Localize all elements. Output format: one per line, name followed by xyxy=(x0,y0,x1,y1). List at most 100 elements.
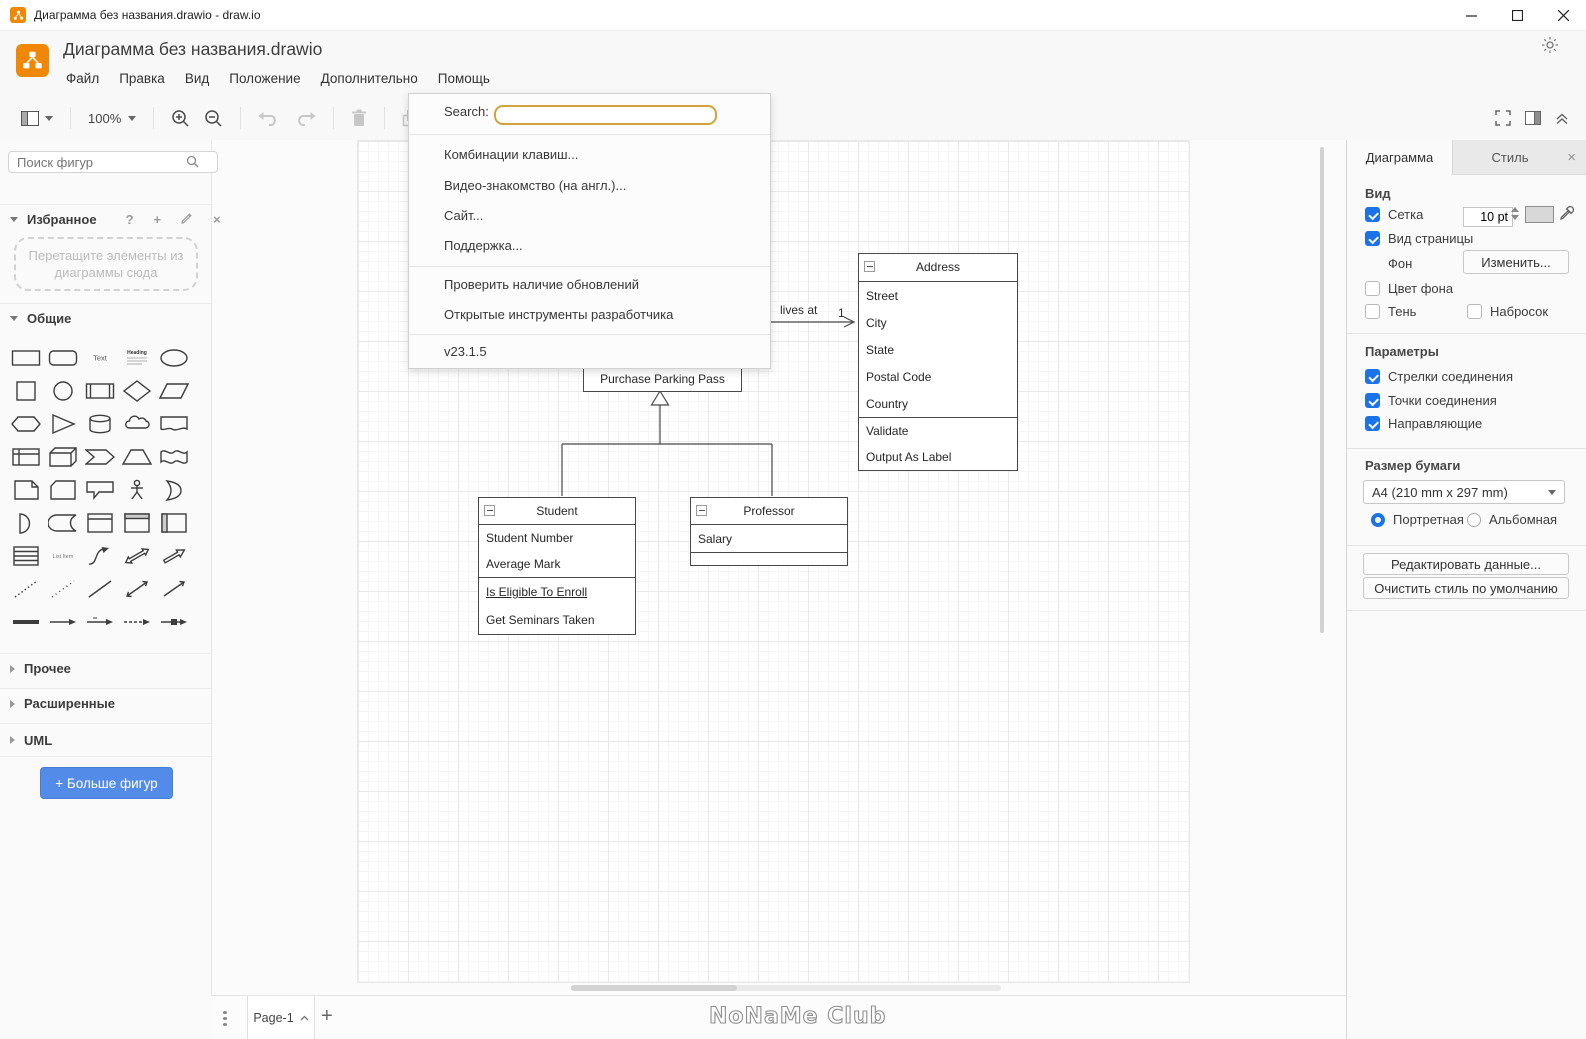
shape-vertical-container[interactable] xyxy=(118,506,155,539)
shape-cylinder[interactable] xyxy=(81,407,118,440)
maximize-button[interactable] xyxy=(1494,0,1540,30)
close-button[interactable] xyxy=(1540,0,1586,30)
shape-card[interactable] xyxy=(44,473,81,506)
menu-view[interactable]: Вид xyxy=(185,71,209,86)
connection-points-row[interactable]: Точки соединения xyxy=(1365,393,1497,408)
shape-document[interactable] xyxy=(155,407,192,440)
shape-diamond[interactable] xyxy=(118,374,155,407)
guides-checkbox[interactable] xyxy=(1365,416,1380,431)
sketch-checkbox[interactable] xyxy=(1467,304,1482,319)
shape-process[interactable] xyxy=(81,374,118,407)
collapse-icon[interactable] xyxy=(484,505,495,516)
shape-rounded-rectangle[interactable] xyxy=(44,341,81,374)
format-panel-toggle-icon[interactable] xyxy=(1518,103,1548,133)
sketch-checkbox-row[interactable]: Набросок xyxy=(1467,304,1548,319)
class-attribute[interactable]: Postal Code xyxy=(859,363,1017,390)
menu-item-quick-start-video[interactable]: Видео-знакомство (на англ.)... xyxy=(444,171,744,201)
shape-container[interactable] xyxy=(81,506,118,539)
menu-item-check-updates[interactable]: Проверить наличие обновлений xyxy=(444,270,744,300)
pages-menu-icon[interactable] xyxy=(223,1008,227,1029)
redo-button[interactable] xyxy=(287,103,323,133)
landscape-radio-row[interactable]: Альбомная xyxy=(1467,512,1557,527)
shape-cube[interactable] xyxy=(44,440,81,473)
tab-diagram[interactable]: Диаграмма xyxy=(1347,140,1453,175)
shape-note[interactable] xyxy=(7,473,44,506)
class-attribute[interactable]: Average Mark xyxy=(479,551,635,577)
shape-trapezoid[interactable] xyxy=(118,440,155,473)
shape-circle[interactable] xyxy=(44,374,81,407)
shape-dotted-line[interactable] xyxy=(44,572,81,605)
page-tab[interactable]: Page-1 xyxy=(247,996,315,1039)
add-page-button[interactable]: + xyxy=(321,1005,333,1028)
zoom-level-dropdown[interactable]: 100% xyxy=(81,103,143,133)
class-attribute[interactable]: Street xyxy=(859,282,1017,309)
shape-and[interactable] xyxy=(7,506,44,539)
section-advanced[interactable]: Расширенные xyxy=(0,688,211,718)
shape-tape[interactable] xyxy=(155,440,192,473)
shape-ellipse[interactable] xyxy=(155,341,192,374)
menu-edit[interactable]: Правка xyxy=(119,71,165,86)
guides-row[interactable]: Направляющие xyxy=(1365,416,1482,431)
help-icon[interactable]: ? xyxy=(126,212,134,227)
shape-line[interactable] xyxy=(81,572,118,605)
connection-arrows-row[interactable]: Стрелки соединения xyxy=(1365,369,1513,384)
shape-actor[interactable] xyxy=(118,473,155,506)
portrait-radio[interactable] xyxy=(1371,512,1385,527)
shape-internal-storage[interactable] xyxy=(7,440,44,473)
shape-list-item[interactable]: List Item xyxy=(44,539,81,572)
connection-arrows-checkbox[interactable] xyxy=(1365,369,1380,384)
menu-item-devtools[interactable]: Открытые инструменты разработчика xyxy=(444,300,744,330)
shadow-checkbox-row[interactable]: Тень xyxy=(1365,304,1416,319)
page-view-checkbox-row[interactable]: Вид страницы xyxy=(1365,231,1473,246)
shape-curve[interactable] xyxy=(81,539,118,572)
view-panels-button[interactable] xyxy=(14,103,60,133)
favorites-dropzone[interactable]: Перетащите элементы из диаграммы сюда xyxy=(14,237,198,291)
add-icon[interactable]: + xyxy=(154,212,162,227)
section-general[interactable]: Общие xyxy=(0,303,211,333)
shape-step[interactable] xyxy=(81,440,118,473)
shape-directional-edge[interactable] xyxy=(44,605,81,638)
shape-bidirectional-connector[interactable] xyxy=(118,572,155,605)
shape-list[interactable] xyxy=(7,539,44,572)
menu-item-support[interactable]: Поддержка... xyxy=(444,231,744,261)
more-shapes-button[interactable]: + Больше фигур xyxy=(40,767,173,799)
grid-checkbox-row[interactable]: Сетка xyxy=(1365,207,1423,222)
collapse-icon[interactable] xyxy=(696,505,707,516)
section-favorites[interactable]: Избранное ? + × xyxy=(0,204,221,234)
page-view-checkbox[interactable] xyxy=(1365,231,1380,246)
class-attribute[interactable]: Country xyxy=(859,390,1017,417)
shape-dashed-line[interactable] xyxy=(7,572,44,605)
shape-labeled-edge[interactable] xyxy=(81,605,118,638)
shape-horizontal-container[interactable] xyxy=(155,506,192,539)
zoom-in-button[interactable] xyxy=(164,103,197,133)
shape-parallelogram[interactable] xyxy=(155,374,192,407)
section-misc[interactable]: Прочее xyxy=(0,653,211,683)
landscape-radio[interactable] xyxy=(1467,512,1481,527)
help-search-input[interactable] xyxy=(494,105,717,125)
class-attribute[interactable]: Salary xyxy=(691,525,847,552)
grid-size-stepper[interactable] xyxy=(1511,207,1519,220)
undo-button[interactable] xyxy=(251,103,287,133)
shape-annotated-edge[interactable] xyxy=(155,605,192,638)
menu-extras[interactable]: Дополнительно xyxy=(321,71,418,86)
edit-pencil-icon[interactable] xyxy=(181,212,193,227)
class-method[interactable]: Output As Label xyxy=(859,444,1017,470)
class-method[interactable]: Validate xyxy=(859,418,1017,444)
menu-item-website[interactable]: Сайт... xyxy=(444,201,744,231)
change-background-button[interactable]: Изменить... xyxy=(1463,250,1569,274)
zoom-out-button[interactable] xyxy=(197,103,230,133)
class-method[interactable]: Is Eligible To Enroll xyxy=(479,578,635,606)
edit-data-button[interactable]: Редактировать данные... xyxy=(1363,553,1569,575)
shape-cloud[interactable] xyxy=(118,407,155,440)
section-uml[interactable]: UML xyxy=(0,723,211,757)
shape-rectangle[interactable] xyxy=(7,341,44,374)
shape-text[interactable]: Text xyxy=(81,341,118,374)
theme-toggle-icon[interactable] xyxy=(1541,36,1559,59)
shape-data-storage[interactable] xyxy=(44,506,81,539)
connection-points-checkbox[interactable] xyxy=(1365,393,1380,408)
collapse-toolbar-icon[interactable] xyxy=(1548,103,1576,133)
eyedropper-icon[interactable] xyxy=(1559,205,1575,226)
collapse-icon[interactable] xyxy=(864,261,875,272)
shape-hexagon[interactable] xyxy=(7,407,44,440)
shape-square[interactable] xyxy=(7,374,44,407)
